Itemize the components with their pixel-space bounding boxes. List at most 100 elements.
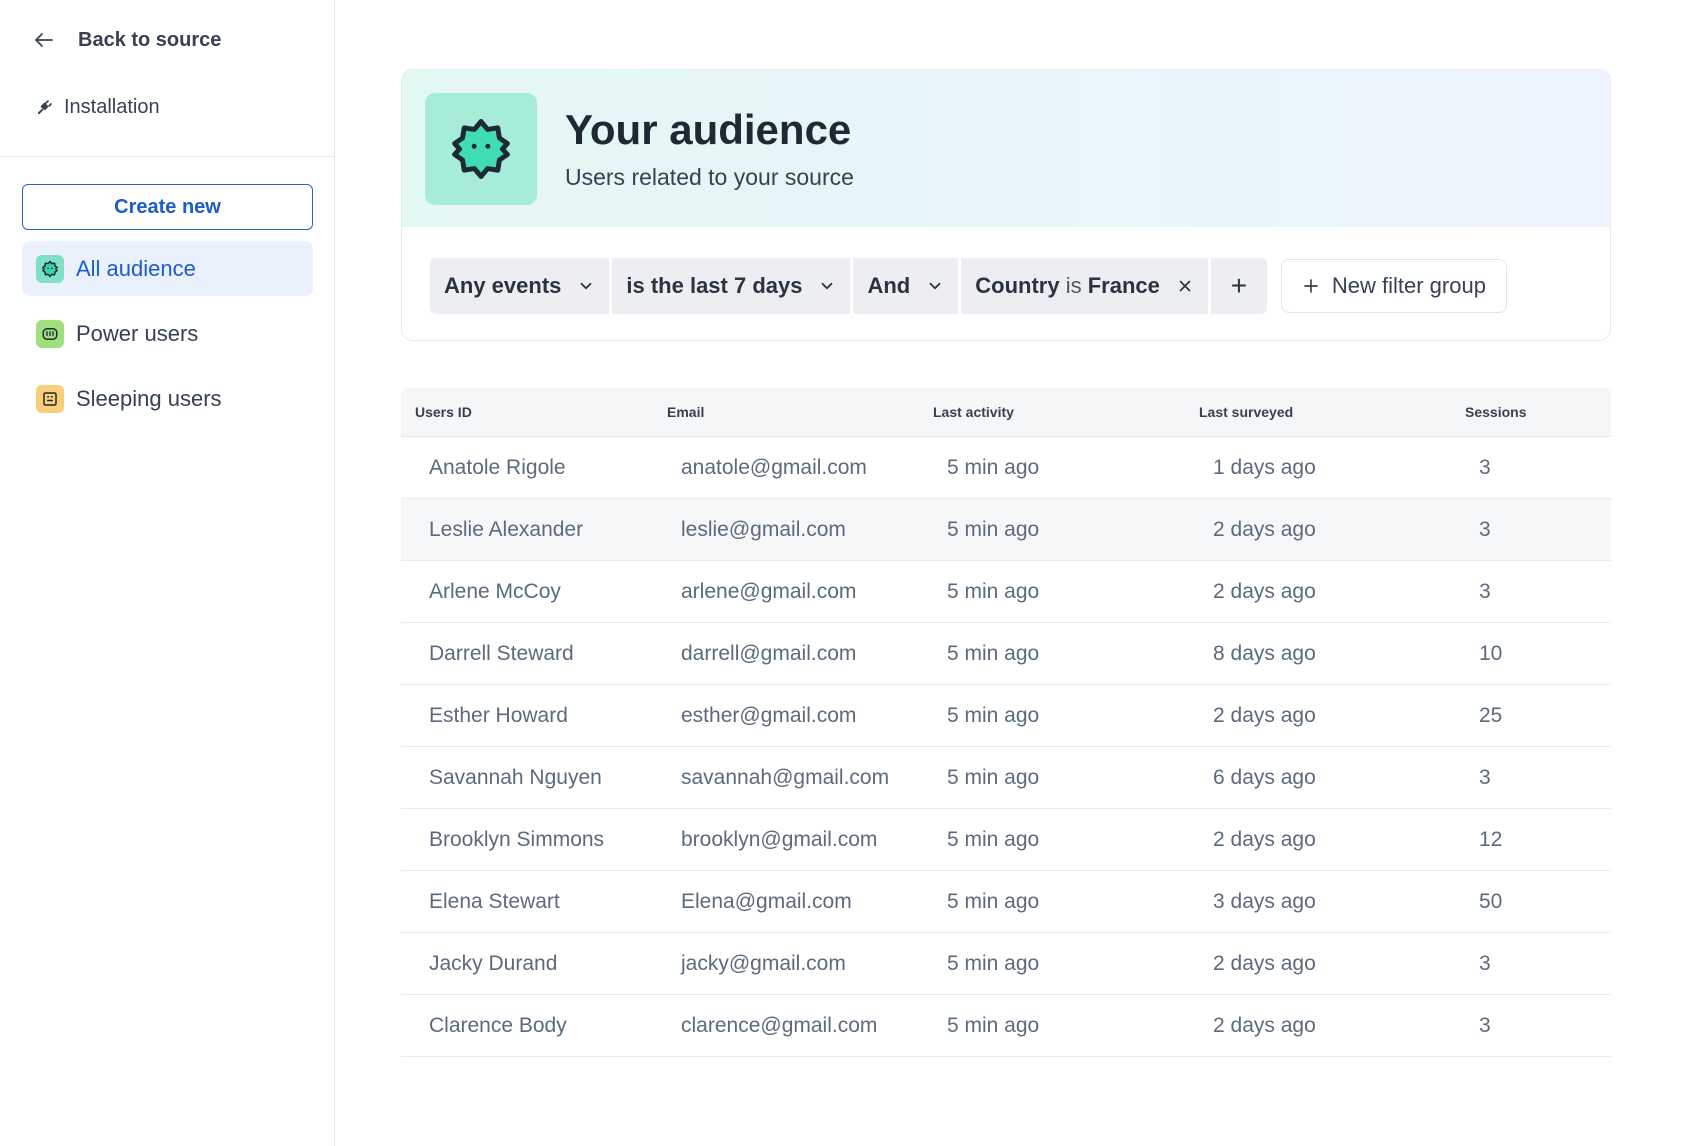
- events-filter-label: Any events: [444, 273, 562, 298]
- cell-user-id: Esther Howard: [429, 703, 568, 727]
- cell-email: clarence@gmail.com: [681, 1013, 878, 1037]
- cell-email: darrell@gmail.com: [681, 641, 857, 665]
- column-header-users-id[interactable]: Users ID: [401, 404, 667, 420]
- cell-last-activity: 5 min ago: [947, 1013, 1040, 1037]
- installation-link[interactable]: Installation: [36, 96, 160, 119]
- cell-last-activity: 5 min ago: [947, 951, 1040, 975]
- period-filter-dropdown[interactable]: is the last 7 days: [612, 258, 851, 314]
- page-subtitle: Users related to your source: [565, 164, 854, 190]
- cell-last-activity: 5 min ago: [947, 703, 1040, 727]
- table-row[interactable]: Brooklyn Simmons brooklyn@gmail.com 5 min …: [401, 809, 1611, 871]
- cell-sessions: 3: [1479, 951, 1491, 975]
- cell-sessions: 3: [1479, 579, 1491, 603]
- cell-last-activity: 5 min ago: [947, 827, 1040, 851]
- cell-user-id: Anatole Rigole: [429, 455, 566, 479]
- cell-email: leslie@gmail.com: [681, 517, 846, 541]
- sidebar-item-power-users[interactable]: Power users: [22, 306, 313, 361]
- new-filter-group-button[interactable]: New filter group: [1280, 259, 1507, 313]
- column-header-last-surveyed[interactable]: Last surveyed: [1199, 404, 1465, 420]
- condition-value: France: [1087, 273, 1160, 298]
- cell-last-activity: 5 min ago: [947, 517, 1040, 541]
- audience-badge-icon: [425, 93, 537, 205]
- new-filter-group-label: New filter group: [1331, 273, 1486, 298]
- table-body: Anatole Rigole anatole@gmail.com 5 min ago…: [401, 437, 1611, 1057]
- cell-last-surveyed: 2 days ago: [1213, 951, 1316, 975]
- cell-last-activity: 5 min ago: [947, 455, 1040, 479]
- cell-email: anatole@gmail.com: [681, 455, 867, 479]
- cell-sessions: 3: [1479, 1013, 1491, 1037]
- users-table: Users ID Email Last activity Last survey…: [401, 388, 1611, 1057]
- cell-last-activity: 5 min ago: [947, 889, 1040, 913]
- column-header-email[interactable]: Email: [667, 404, 933, 420]
- sidebar: Back to source Installation Create new A…: [0, 0, 335, 1146]
- cell-sessions: 3: [1479, 455, 1491, 479]
- cell-email: jacky@gmail.com: [681, 951, 846, 975]
- installation-label: Installation: [64, 96, 160, 118]
- cell-last-surveyed: 2 days ago: [1213, 517, 1316, 541]
- cell-email: savannah@gmail.com: [681, 765, 890, 789]
- page-title: Your audience: [565, 106, 852, 153]
- condition-operator: is: [1065, 273, 1082, 298]
- table-row[interactable]: Elena Stewart Elena@gmail.com 5 min ago 3 d…: [401, 871, 1611, 933]
- plus-icon: [1304, 279, 1318, 293]
- table-row[interactable]: Darrell Steward darrell@gmail.com 5 min ag…: [401, 623, 1611, 685]
- filter-bar: Any events is the last 7 days And Countr…: [430, 258, 1507, 314]
- cell-last-activity: 5 min ago: [947, 641, 1040, 665]
- cell-last-activity: 5 min ago: [947, 579, 1040, 603]
- table-row[interactable]: Anatole Rigole anatole@gmail.com 5 min ago…: [401, 437, 1611, 499]
- cell-last-surveyed: 3 days ago: [1213, 889, 1316, 913]
- badge-icon: [36, 254, 64, 283]
- cell-last-surveyed: 2 days ago: [1213, 1013, 1316, 1037]
- cell-email: esther@gmail.com: [681, 703, 857, 727]
- cell-user-id: Elena Stewart: [429, 889, 560, 913]
- chevron-down-icon: [929, 282, 941, 290]
- face-icon: [36, 319, 64, 348]
- cell-last-activity: 5 min ago: [947, 765, 1040, 789]
- cell-last-surveyed: 2 days ago: [1213, 703, 1316, 727]
- operator-label: And: [867, 273, 911, 298]
- sidebar-item-sleeping-users[interactable]: Sleeping users: [22, 371, 313, 426]
- chevron-down-icon: [822, 282, 833, 290]
- table-row[interactable]: Savannah Nguyen savannah@gmail.com 5 min a…: [401, 747, 1611, 809]
- table-row[interactable]: Clarence Body clarence@gmail.com 5 min ago…: [401, 995, 1611, 1057]
- period-filter-label: is the last 7 days: [626, 273, 803, 298]
- audience-card: Your audience Users related to your sour…: [401, 69, 1611, 341]
- close-icon[interactable]: [1176, 277, 1194, 295]
- create-new-button[interactable]: Create new: [22, 184, 313, 230]
- sidebar-item-all-audience[interactable]: All audience: [22, 241, 313, 296]
- audience-header: Your audience Users related to your sour…: [402, 70, 1610, 227]
- table-row[interactable]: Esther Howard esther@gmail.com 5 min ago 2 …: [401, 685, 1611, 747]
- cell-email: brooklyn@gmail.com: [681, 827, 878, 851]
- operator-dropdown[interactable]: And: [853, 258, 959, 314]
- table-row[interactable]: Jacky Durand jacky@gmail.com 5 min ago 2 da…: [401, 933, 1611, 995]
- country-filter-text: Country is France: [975, 273, 1160, 299]
- cell-last-surveyed: 6 days ago: [1213, 765, 1316, 789]
- cell-sessions: 3: [1479, 517, 1491, 541]
- plug-icon: [38, 99, 52, 114]
- cell-user-id: Jacky Durand: [429, 951, 558, 975]
- cell-last-surveyed: 2 days ago: [1213, 579, 1316, 603]
- add-filter-button[interactable]: +: [1210, 258, 1267, 314]
- condition-field: Country: [975, 273, 1060, 298]
- events-filter-dropdown[interactable]: Any events: [430, 258, 610, 314]
- column-header-sessions[interactable]: Sessions: [1465, 404, 1611, 420]
- back-to-source-link[interactable]: Back to source: [32, 28, 221, 52]
- cell-sessions: 50: [1479, 889, 1503, 913]
- cell-sessions: 10: [1479, 641, 1503, 665]
- cell-user-id: Clarence Body: [429, 1013, 567, 1037]
- cell-user-id: Arlene McCoy: [429, 579, 561, 603]
- table-row[interactable]: Leslie Alexander leslie@gmail.com 5 min ag…: [401, 499, 1611, 561]
- arrow-left-icon: [35, 33, 53, 47]
- country-filter-chip[interactable]: Country is France: [961, 258, 1208, 314]
- cell-last-surveyed: 8 days ago: [1213, 641, 1316, 665]
- box-icon: [36, 384, 64, 413]
- cell-user-id: Leslie Alexander: [429, 517, 584, 541]
- sidebar-item-label: Power users: [76, 320, 199, 346]
- chevron-down-icon: [580, 282, 592, 290]
- cell-email: Elena@gmail.com: [681, 889, 852, 913]
- table-row[interactable]: Arlene McCoy arlene@gmail.com 5 min ago 2 d…: [401, 561, 1611, 623]
- column-header-last-activity[interactable]: Last activity: [933, 404, 1199, 420]
- cell-sessions: 25: [1479, 703, 1503, 727]
- back-label: Back to source: [78, 28, 222, 51]
- cell-user-id: Savannah Nguyen: [429, 765, 602, 789]
